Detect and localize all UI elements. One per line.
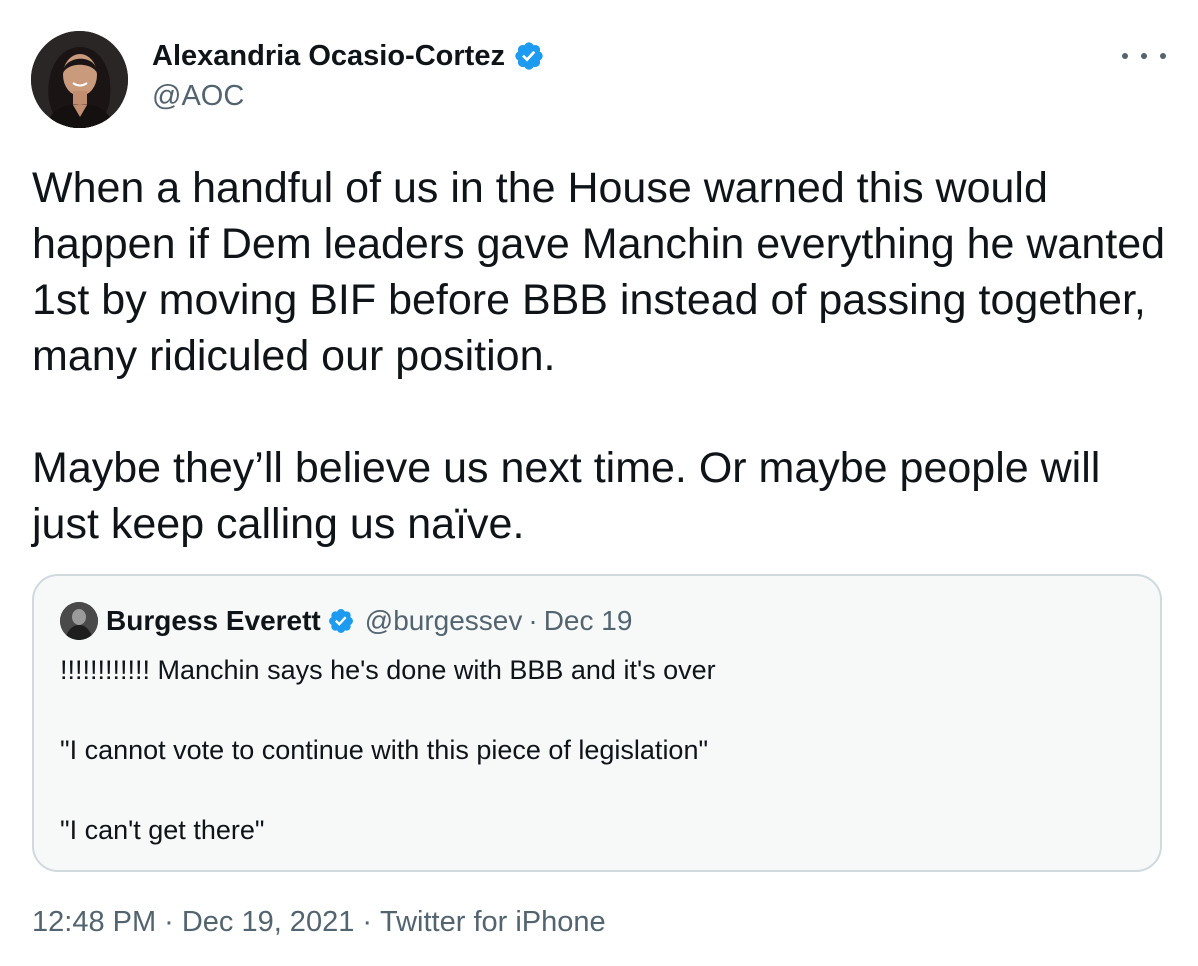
tweet-metadata: 12:48 PM · Dec 19, 2021 · Twitter for iPhone — [32, 906, 606, 939]
author-name[interactable]: Alexandria Ocasio-Cortez — [152, 38, 505, 74]
quoted-tweet[interactable]: Burgess Everett @burgessev · Dec 19 !!!!… — [32, 574, 1162, 872]
quoted-tweet-header: Burgess Everett @burgessev · Dec 19 — [60, 602, 632, 640]
tweet-source-link[interactable]: Twitter for iPhone — [380, 906, 606, 938]
author-handle[interactable]: @AOC — [152, 78, 244, 114]
quoted-line: "I can't get there" — [60, 815, 265, 845]
tweet-paragraph: Maybe they’ll believe us next time. Or m… — [32, 444, 1101, 548]
separator-dot: · — [362, 906, 372, 938]
tweet-card: Alexandria Ocasio-Cortez @AOC When a han… — [0, 0, 1198, 966]
quoted-author-name: Burgess Everett — [106, 605, 321, 636]
separator-dot: · — [528, 605, 538, 636]
verified-badge-icon — [513, 40, 545, 72]
quoted-author-handle: @burgessev — [364, 605, 523, 636]
tweet-time[interactable]: 12:48 PM — [32, 906, 156, 938]
author-avatar[interactable] — [31, 31, 128, 128]
tweet-text: When a handful of us in the House warned… — [32, 160, 1172, 552]
quoted-tweet-date: Dec 19 — [543, 605, 633, 636]
author-name-row: Alexandria Ocasio-Cortez — [152, 38, 545, 74]
tweet-date[interactable]: Dec 19, 2021 — [182, 906, 355, 938]
quoted-author-avatar — [60, 602, 98, 640]
verified-badge-icon — [327, 607, 355, 635]
quoted-line: !!!!!!!!!!!! Manchin says he's done with… — [60, 655, 716, 685]
quoted-line: "I cannot vote to continue with this pie… — [60, 735, 709, 765]
more-options-icon[interactable] — [1122, 42, 1166, 70]
tweet-paragraph: When a handful of us in the House warned… — [32, 164, 1166, 380]
separator-dot: · — [164, 906, 174, 938]
quoted-tweet-text: !!!!!!!!!!!! Manchin says he's done with… — [60, 650, 1130, 850]
